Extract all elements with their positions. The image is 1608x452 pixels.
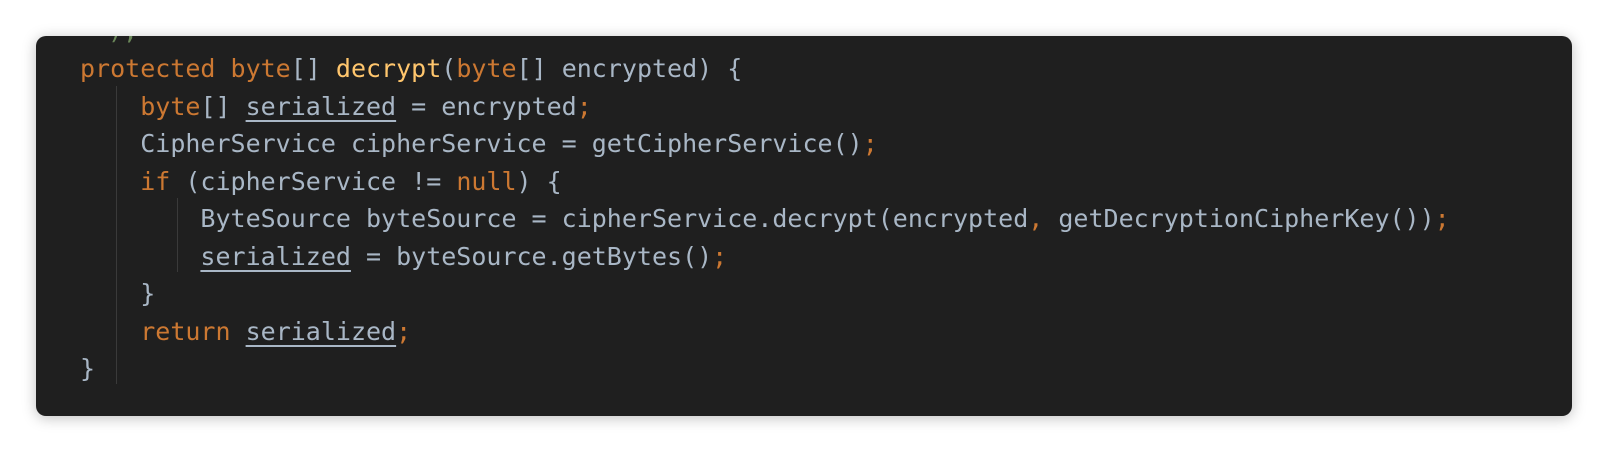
code-token: getDecryptionCipherKey()) xyxy=(1043,204,1435,233)
code-token: } xyxy=(140,279,156,308)
code-token: if xyxy=(140,166,171,196)
code-token: ; xyxy=(1434,204,1450,233)
code-token: ; xyxy=(576,91,592,121)
code-token: serialized xyxy=(245,316,397,346)
code-token: ( xyxy=(441,54,457,83)
code-line[interactable]: ByteSource byteSource = cipherService.de… xyxy=(80,200,1450,238)
code-token: protected xyxy=(80,54,216,83)
code-token: byte xyxy=(456,54,517,83)
code-token: [] xyxy=(200,91,246,121)
code-editor[interactable]: ); protected byte[] decrypt(byte[] encry… xyxy=(36,36,1572,416)
partial-code-line: ); xyxy=(108,36,138,50)
code-token: serialized xyxy=(200,241,351,271)
code-token: = byteSource.getBytes() xyxy=(350,241,713,271)
code-token: serialized xyxy=(245,91,397,121)
code-line[interactable]: CipherService cipherService = getCipherS… xyxy=(80,125,1450,163)
code-token: null xyxy=(456,166,517,196)
code-token: , xyxy=(1028,204,1044,233)
code-line[interactable]: protected byte[] decrypt(byte[] encrypte… xyxy=(80,50,1450,88)
code-line[interactable]: } xyxy=(80,275,1450,313)
code-token: (cipherService != xyxy=(170,166,457,196)
code-line[interactable]: if (cipherService != null) { xyxy=(80,163,1450,201)
code-line[interactable]: return serialized; xyxy=(80,313,1450,351)
code-token: CipherService cipherService = getCipherS… xyxy=(140,129,863,158)
code-token: [] xyxy=(290,54,336,83)
code-line[interactable]: serialized = byteSource.getBytes(); xyxy=(80,238,1450,276)
code-token: ; xyxy=(396,316,412,346)
code-token: ; xyxy=(712,241,728,271)
code-token: [] encrypted) { xyxy=(516,54,743,83)
code-block[interactable]: protected byte[] decrypt(byte[] encrypte… xyxy=(80,50,1450,388)
code-token: byte xyxy=(140,91,201,121)
code-token: ByteSource byteSource = cipherService.de… xyxy=(200,204,1029,233)
code-token: ) { xyxy=(516,166,562,196)
code-line[interactable]: byte[] serialized = encrypted; xyxy=(80,88,1450,126)
code-line[interactable]: } xyxy=(80,350,1450,388)
code-token: = encrypted xyxy=(396,91,577,121)
code-token: ; xyxy=(862,129,878,158)
code-token: byte xyxy=(230,54,291,83)
code-token: decrypt xyxy=(335,54,442,83)
code-token: return xyxy=(140,316,231,346)
code-token: } xyxy=(80,354,96,383)
